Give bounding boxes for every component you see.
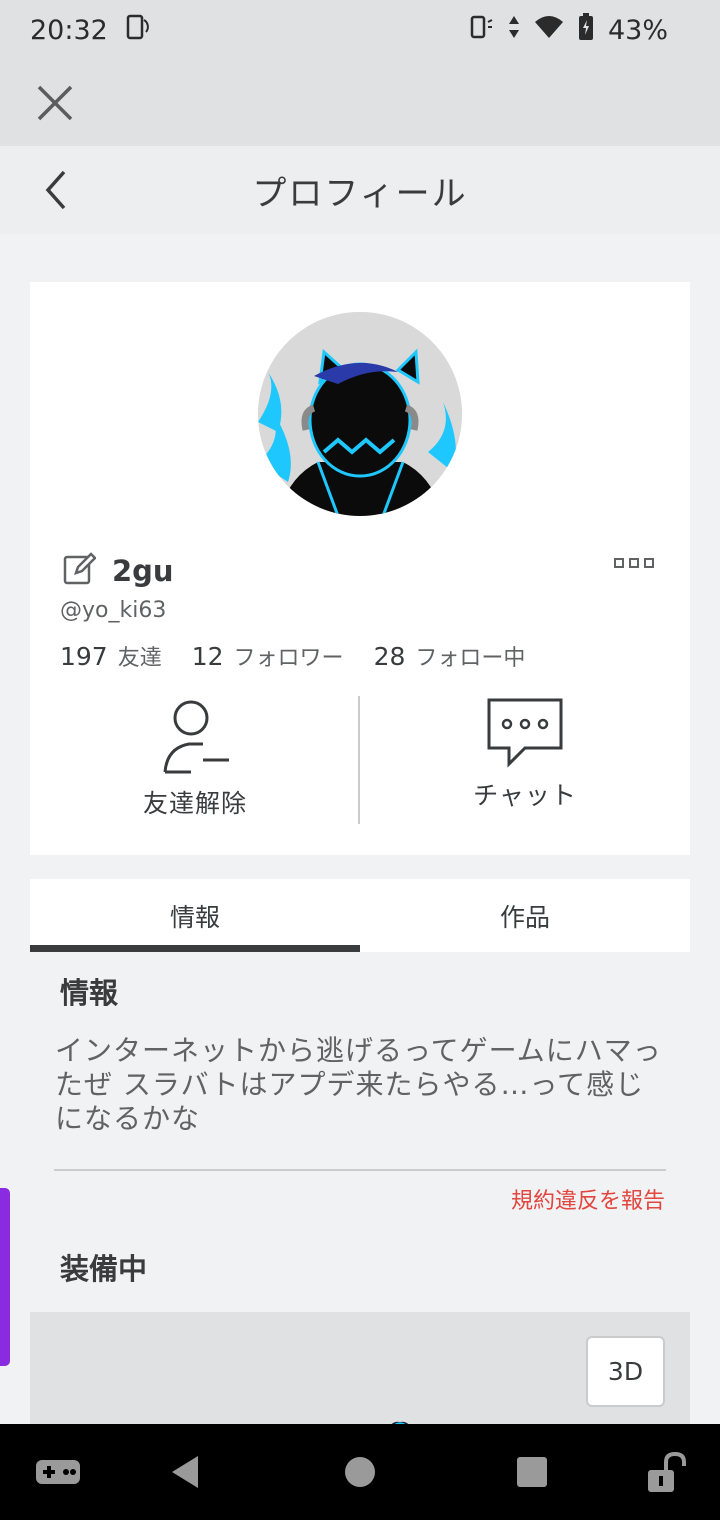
- view-3d-button[interactable]: 3D: [586, 1336, 665, 1407]
- battery-percent: 43%: [607, 14, 668, 46]
- equipped-title: 装備中: [60, 1252, 148, 1286]
- avatar-preview-image: [391, 1421, 409, 1424]
- unfriend-label: 友達解除: [142, 789, 247, 818]
- nav-home-button[interactable]: [344, 1452, 378, 1496]
- more-options-button[interactable]: [614, 554, 654, 568]
- following-count[interactable]: 28: [374, 642, 406, 671]
- wifi-icon: [534, 14, 564, 47]
- nav-back-button[interactable]: [168, 1452, 202, 1496]
- unfriend-button[interactable]: 友達解除: [30, 696, 360, 826]
- avatar[interactable]: [258, 312, 462, 516]
- about-text: インターネットから逃げるってゲームにハマったぜ スラバトはアプデ来たらやる…って…: [55, 1034, 662, 1135]
- status-time: 20:32: [30, 14, 108, 46]
- data-arrows-icon: [508, 14, 520, 47]
- avatar-image: [258, 312, 462, 516]
- gamepad-icon: [36, 1460, 80, 1484]
- chat-button[interactable]: チャット: [360, 696, 690, 826]
- following-label[interactable]: フォロー中: [415, 640, 525, 672]
- nav-recents-button[interactable]: [514, 1452, 548, 1496]
- report-abuse-link[interactable]: 規約違反を報告: [511, 1183, 665, 1215]
- status-bar: 20:32 43%: [0, 0, 720, 60]
- about-divider: [54, 1169, 666, 1171]
- followers-count[interactable]: 12: [192, 642, 224, 671]
- back-triangle-icon: [172, 1456, 198, 1488]
- chevron-left-icon: [45, 170, 66, 210]
- profile-actions: 友達解除 チャット: [30, 696, 690, 826]
- tab-about[interactable]: 情報: [30, 879, 360, 952]
- close-button[interactable]: [34, 82, 76, 124]
- chat-bubble-icon: [487, 698, 563, 768]
- scroll-indicator[interactable]: [0, 1188, 10, 1366]
- avatar-preview-panel[interactable]: 3D: [30, 1312, 690, 1424]
- chat-label: チャット: [473, 781, 577, 810]
- webview-close-bar: [0, 60, 720, 146]
- remove-friend-icon: [163, 700, 229, 774]
- system-nav-bar: [0, 1424, 720, 1520]
- game-mode-button[interactable]: [34, 1452, 82, 1496]
- about-title: 情報: [60, 976, 119, 1010]
- page-title: プロフィール: [252, 173, 468, 214]
- rotate-icon: [122, 12, 152, 49]
- display-name: 2gu: [112, 554, 174, 588]
- followers-label[interactable]: フォロワー: [234, 640, 344, 672]
- friends-label[interactable]: 友達: [118, 640, 162, 672]
- profile-stats: 197 友達 12 フォロワー 28 フォロー中: [60, 640, 555, 672]
- home-circle-icon: [345, 1457, 375, 1487]
- more-dots-icon: [614, 558, 654, 568]
- status-left: 20:32: [30, 12, 152, 49]
- tab-creations[interactable]: 作品: [360, 879, 690, 952]
- battery-icon: [578, 12, 594, 48]
- username: @yo_ki63: [60, 598, 167, 623]
- name-row: 2gu: [62, 552, 174, 590]
- unlock-icon: [648, 1451, 686, 1492]
- back-button[interactable]: [38, 168, 74, 212]
- lock-button[interactable]: [644, 1451, 688, 1500]
- close-icon: [37, 85, 73, 121]
- profile-tabs: 情報 作品: [30, 879, 690, 952]
- status-right: 43%: [468, 12, 668, 48]
- recents-square-icon: [517, 1457, 547, 1487]
- edit-name-icon[interactable]: [62, 552, 97, 590]
- friends-count[interactable]: 197: [60, 642, 108, 671]
- vibrate-icon: [468, 14, 494, 47]
- profile-card: 2gu @yo_ki63 197 友達 12 フォロワー 28 フォロー中 友達…: [30, 282, 690, 855]
- page-header: プロフィール: [0, 146, 720, 234]
